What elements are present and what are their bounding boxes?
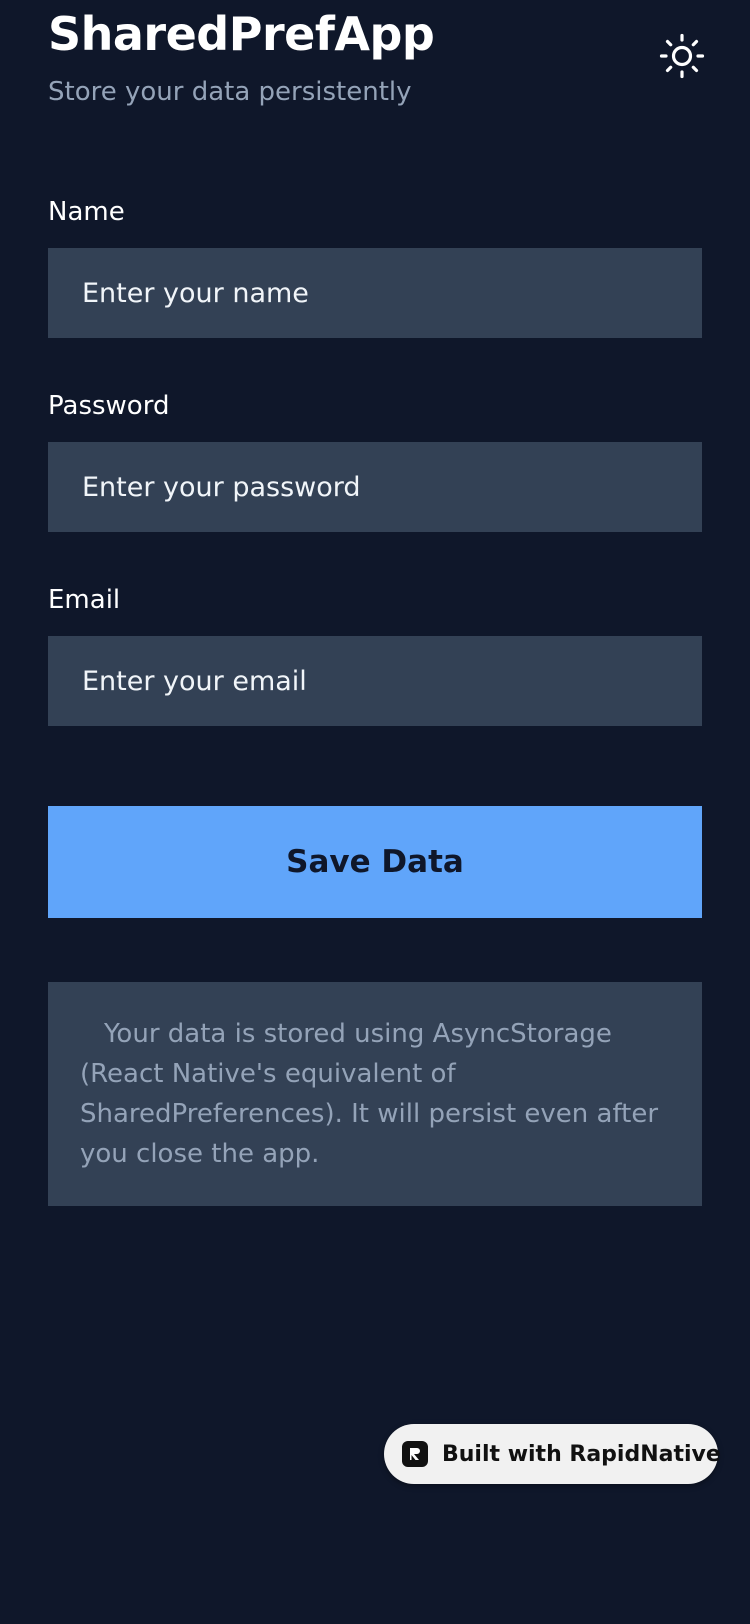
app-subtitle: Store your data persistently xyxy=(48,77,412,107)
name-input[interactable] xyxy=(48,248,702,338)
save-data-button[interactable]: Save Data xyxy=(48,806,702,918)
email-label: Email xyxy=(48,585,121,615)
built-with-rapidnative-badge[interactable]: Built with RapidNative xyxy=(384,1424,721,1484)
info-text: Your data is stored using AsyncStorage (… xyxy=(80,1019,659,1169)
theme-toggle-button[interactable] xyxy=(654,28,710,84)
email-input[interactable] xyxy=(48,636,702,726)
rapidnative-logo-icon xyxy=(402,1441,428,1467)
info-box: Your data is stored using AsyncStorage (… xyxy=(48,982,702,1206)
name-label: Name xyxy=(48,197,125,227)
app-header: SharedPrefApp Store your data persistent… xyxy=(48,0,705,120)
sun-icon xyxy=(659,33,705,79)
password-input[interactable] xyxy=(48,442,702,532)
app-title: SharedPrefApp xyxy=(48,7,435,61)
password-label: Password xyxy=(48,391,170,421)
badge-label: Built with RapidNative xyxy=(442,1441,721,1467)
